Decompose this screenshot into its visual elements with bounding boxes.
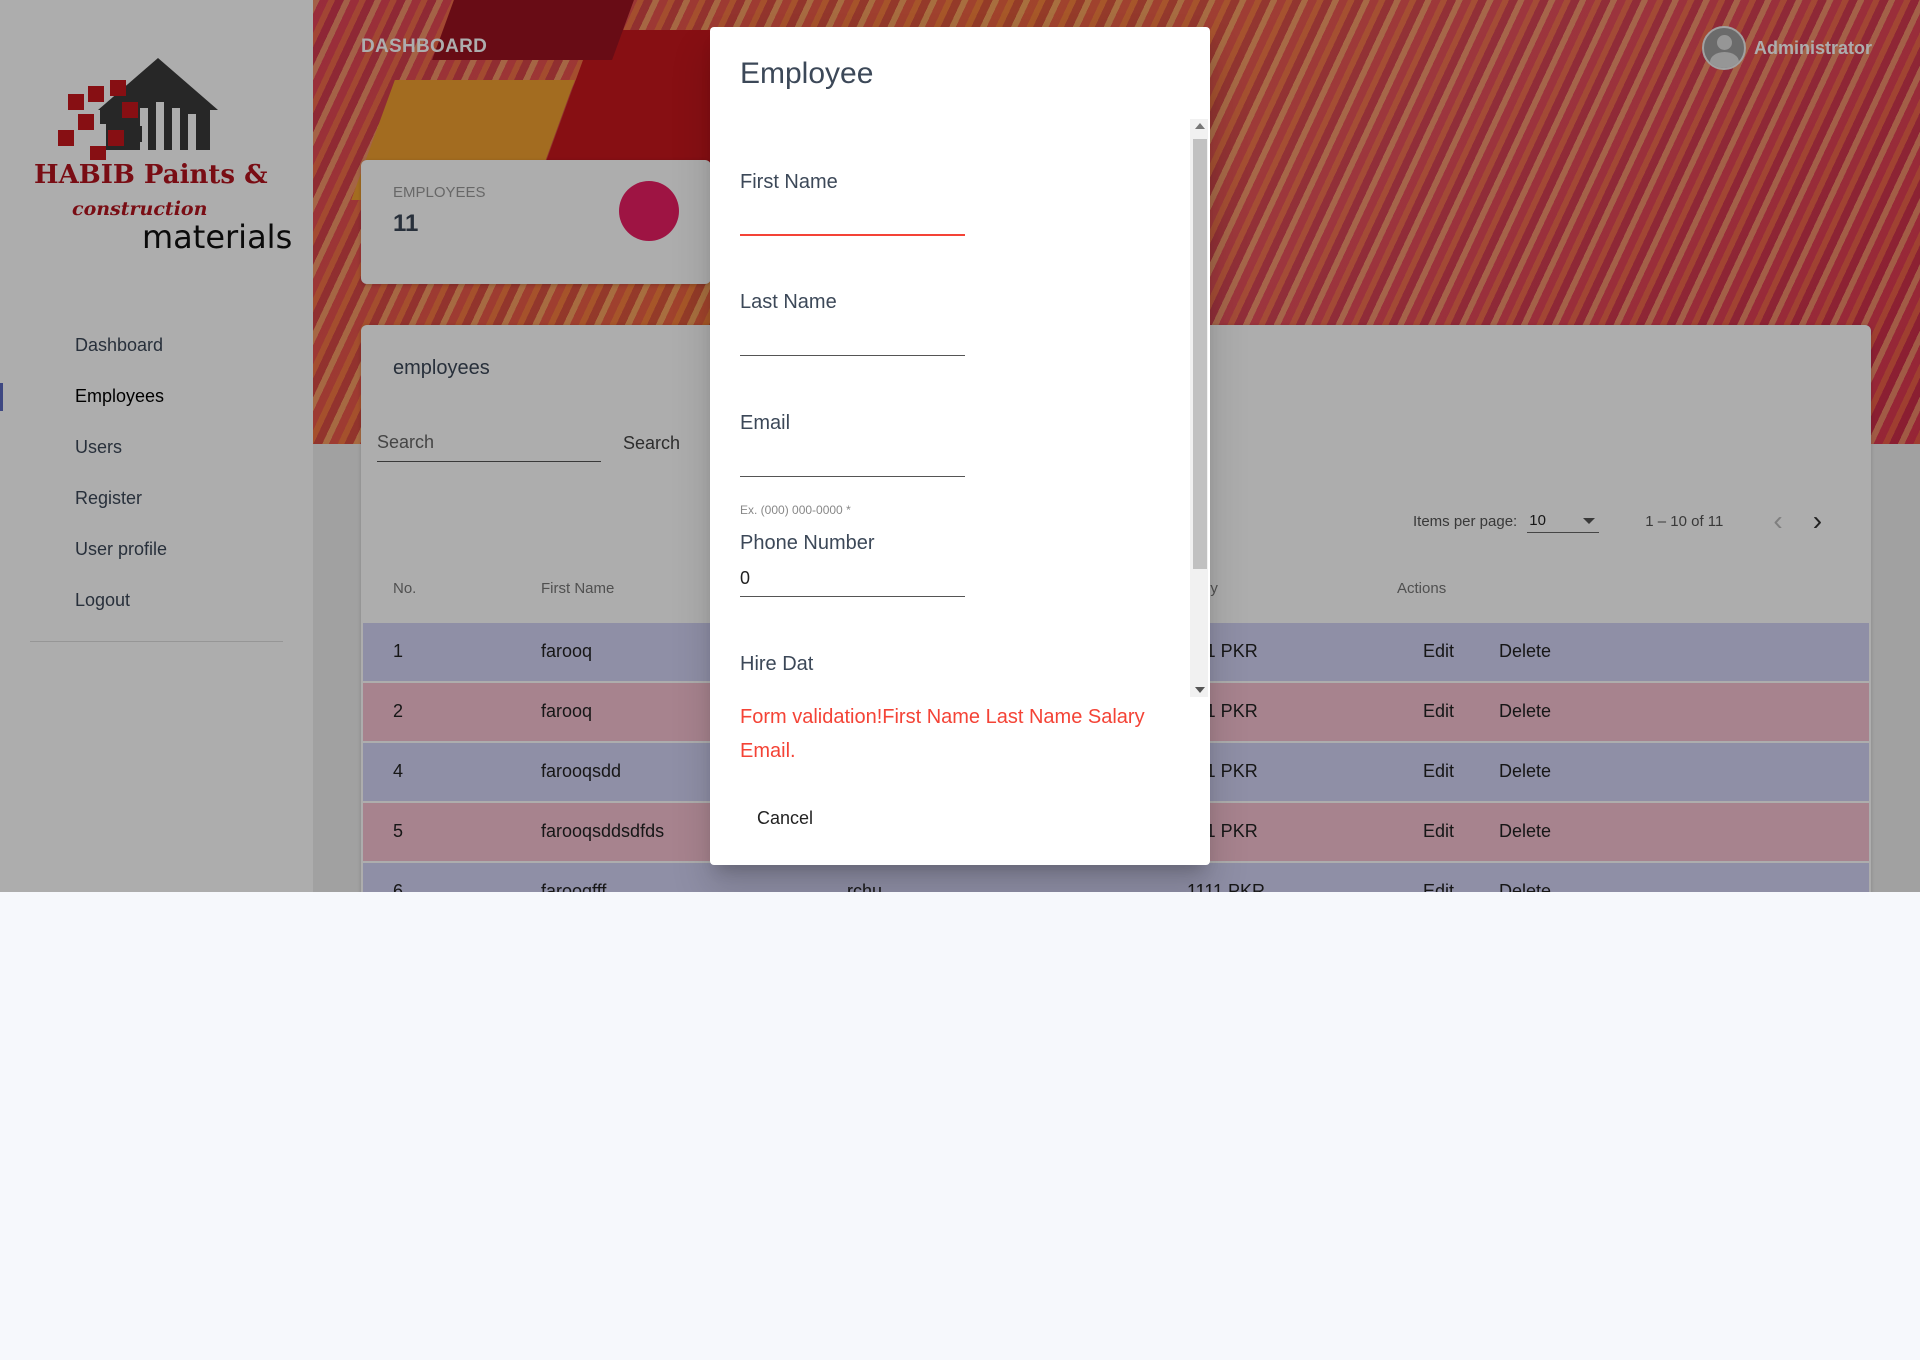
cancel-button[interactable]: Cancel [740, 799, 830, 837]
first-name-label: First Name [740, 171, 838, 193]
app-root: HABIB Paints & construction materials Da… [0, 0, 1920, 892]
phone-underline [740, 596, 965, 597]
dialog-content: First Name Last Name Email Ex. (000) 000… [710, 119, 1210, 697]
dialog-scrollbar[interactable] [1190, 119, 1208, 697]
hire-date-label: Hire Dat [740, 653, 814, 675]
phone-field[interactable]: Phone Number 0 [740, 532, 965, 598]
phone-hint: Ex. (000) 000-0000 * [740, 503, 851, 517]
last-name-field[interactable]: Last Name [740, 291, 965, 357]
email-underline [740, 476, 965, 477]
last-name-underline [740, 355, 965, 356]
validation-message: Form validation!First Name Last Name Sal… [740, 706, 1145, 762]
email-label: Email [740, 412, 791, 434]
email-field[interactable]: Email [740, 412, 965, 478]
first-name-field[interactable]: First Name [740, 171, 965, 237]
scroll-up-icon[interactable] [1195, 123, 1205, 129]
last-name-label: Last Name [740, 291, 837, 313]
employee-dialog: Employee First Name Last Name Email Ex. … [710, 27, 1210, 865]
first-name-underline [740, 234, 965, 236]
scroll-down-icon[interactable] [1195, 687, 1205, 693]
phone-input[interactable]: 0 [740, 568, 750, 589]
dialog-title: Employee [740, 57, 874, 90]
hire-date-field[interactable]: Hire Dat [740, 653, 965, 693]
phone-label: Phone Number [740, 532, 875, 554]
scrollbar-thumb[interactable] [1193, 139, 1207, 569]
